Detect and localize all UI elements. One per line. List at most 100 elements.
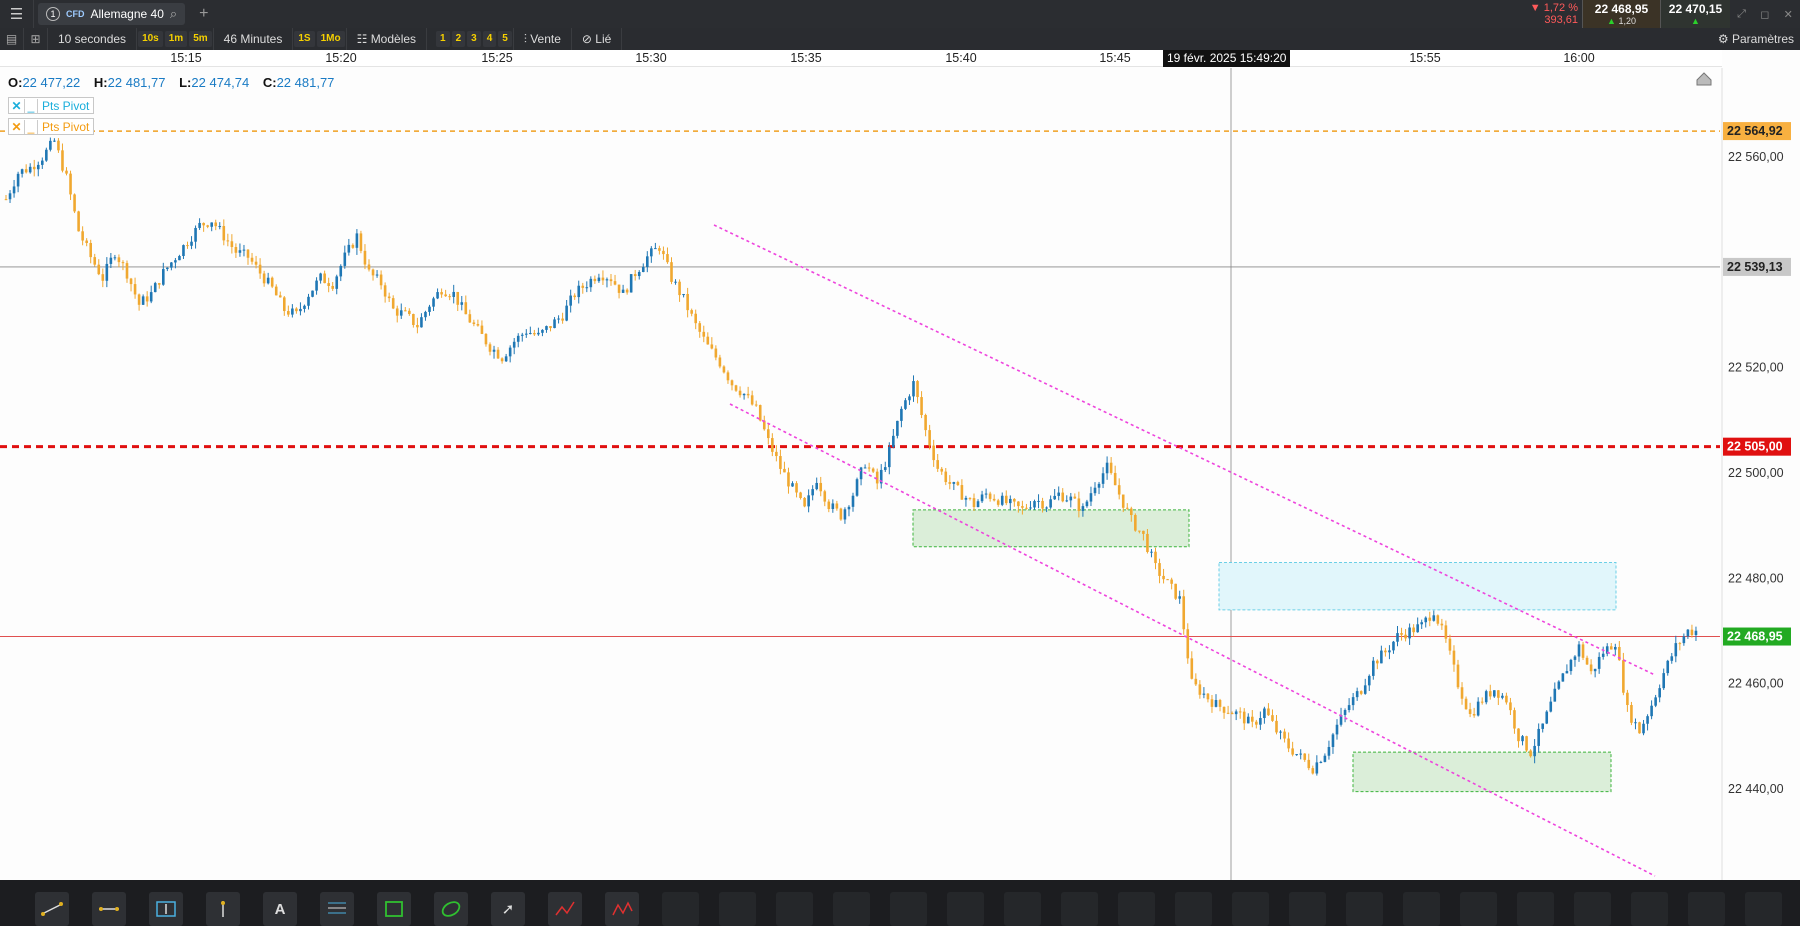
- line-style-icon[interactable]: _: [24, 98, 38, 113]
- empty-tool-slot[interactable]: [1403, 892, 1440, 926]
- candle-body: [387, 296, 391, 299]
- interval-5m[interactable]: 5m: [189, 31, 212, 47]
- candle-body: [609, 279, 613, 282]
- empty-tool-slot[interactable]: [1061, 892, 1098, 926]
- range-select[interactable]: 46 Minutes: [214, 32, 293, 46]
- empty-tool-slot[interactable]: [719, 892, 756, 926]
- empty-tool-slot[interactable]: [947, 892, 984, 926]
- ellipse-tool-icon[interactable]: [434, 892, 468, 926]
- settings-button[interactable]: ⚙ Paramètres: [1718, 28, 1794, 50]
- range-1s[interactable]: 1S: [294, 31, 315, 47]
- models-button[interactable]: ☷ Modèles: [347, 32, 426, 46]
- empty-tool-slot[interactable]: [1118, 892, 1155, 926]
- empty-tool-slot[interactable]: [1289, 892, 1326, 926]
- empty-tool-slot[interactable]: [776, 892, 813, 926]
- detach-icon[interactable]: ⤢: [1737, 8, 1746, 21]
- polyline-tool-icon[interactable]: [548, 892, 582, 926]
- remove-indicator-icon[interactable]: ✕: [9, 99, 24, 113]
- candle: [1238, 707, 1242, 719]
- candle-body: [932, 445, 935, 461]
- candle: [1428, 611, 1432, 627]
- interval-10s[interactable]: 10s: [138, 31, 163, 47]
- empty-tool-slot[interactable]: [1688, 892, 1725, 926]
- search-icon[interactable]: ⌕: [170, 6, 177, 22]
- empty-tool-slot[interactable]: [1460, 892, 1497, 926]
- candle: [1517, 728, 1520, 748]
- candle: [1218, 698, 1222, 712]
- remove-indicator-icon[interactable]: ✕: [9, 120, 24, 134]
- candle-body: [1436, 615, 1440, 624]
- pattern-tool-icon[interactable]: [605, 892, 639, 926]
- empty-tool-slot[interactable]: [1574, 892, 1611, 926]
- sell-side-button[interactable]: ⫶ Vente: [514, 32, 571, 47]
- buy-price-button[interactable]: 22 470,15 ▲: [1660, 0, 1730, 28]
- rectangle-tool-icon[interactable]: [377, 892, 411, 926]
- scroll-home-icon[interactable]: [1696, 72, 1712, 86]
- empty-tool-slot[interactable]: [662, 892, 699, 926]
- candle-body: [428, 306, 431, 312]
- instrument-tab[interactable]: 1 CFD Allemagne 40 ⌕: [38, 3, 186, 25]
- horizontal-line-tool-icon[interactable]: [92, 892, 126, 926]
- empty-tool-slot[interactable]: [890, 892, 927, 926]
- candle: [525, 329, 528, 338]
- text-tool-icon[interactable]: A: [263, 892, 297, 926]
- hamburger-menu-icon[interactable]: ☰: [0, 0, 34, 28]
- price-level-tool-icon[interactable]: [149, 892, 183, 926]
- candle-body: [561, 318, 564, 321]
- candle: [504, 353, 508, 363]
- empty-tool-slot[interactable]: [1745, 892, 1782, 926]
- candle-body: [637, 272, 641, 277]
- candle-body: [702, 331, 706, 337]
- close-icon[interactable]: ✕: [1784, 8, 1793, 21]
- candle-body: [1614, 646, 1617, 650]
- candle: [650, 246, 653, 263]
- candle-body: [855, 479, 859, 496]
- trendline-tool-icon[interactable]: [35, 892, 69, 926]
- candle-body: [1267, 708, 1270, 716]
- arrow-tool-icon[interactable]: ➚: [491, 892, 525, 926]
- candle: [956, 480, 960, 486]
- interval-1m[interactable]: 1m: [164, 31, 188, 47]
- range-1mo[interactable]: 1Mo: [316, 31, 345, 47]
- maximize-icon[interactable]: ◻: [1760, 8, 1769, 21]
- indicator-pivot-1[interactable]: ✕ _ Pts Pivot: [8, 97, 95, 114]
- indicator-pivot-2[interactable]: ✕ _ Pts Pivot: [8, 118, 95, 135]
- candle: [339, 264, 343, 282]
- candle: [839, 507, 843, 521]
- vertical-line-tool-icon[interactable]: [206, 892, 240, 926]
- candle: [93, 253, 97, 267]
- candle-body: [549, 326, 552, 329]
- add-tab-icon[interactable]: +: [199, 5, 208, 23]
- price-chart[interactable]: 22 560,00 22 520,00 22 500,00 22 480,00 22 4…: [0, 68, 1800, 880]
- layout-5[interactable]: 5: [498, 31, 512, 47]
- layout-3[interactable]: 3: [467, 31, 481, 47]
- candle-body: [1053, 495, 1056, 500]
- candle: [988, 491, 992, 502]
- candle: [553, 317, 556, 329]
- layout-4[interactable]: 4: [482, 31, 497, 47]
- fibonacci-tool-icon[interactable]: [320, 892, 354, 926]
- candle-body: [1307, 759, 1311, 769]
- empty-tool-slot[interactable]: [1517, 892, 1554, 926]
- empty-tool-slot[interactable]: [1004, 892, 1041, 926]
- sell-price-button[interactable]: 22 468,95 ▲ 1,20: [1582, 0, 1660, 28]
- empty-tool-slot[interactable]: [1631, 892, 1668, 926]
- interval-select[interactable]: 10 secondes: [48, 32, 136, 46]
- candle-body: [1315, 762, 1319, 774]
- candle: [1069, 492, 1073, 508]
- candle: [1267, 703, 1270, 716]
- empty-tool-slot[interactable]: [1175, 892, 1212, 926]
- layout-2[interactable]: 2: [451, 31, 466, 47]
- candle: [420, 313, 423, 328]
- candle-body: [601, 277, 605, 281]
- candle-body: [420, 317, 423, 328]
- list-icon[interactable]: ▤: [0, 28, 24, 50]
- layout-1[interactable]: 1: [436, 31, 450, 47]
- candle: [1678, 641, 1682, 651]
- link-button[interactable]: ⊘ Lié: [572, 32, 621, 46]
- empty-tool-slot[interactable]: [1346, 892, 1383, 926]
- empty-tool-slot[interactable]: [1232, 892, 1269, 926]
- layout-grid-icon[interactable]: ⊞: [24, 28, 48, 50]
- line-style-icon[interactable]: _: [24, 119, 38, 134]
- empty-tool-slot[interactable]: [833, 892, 870, 926]
